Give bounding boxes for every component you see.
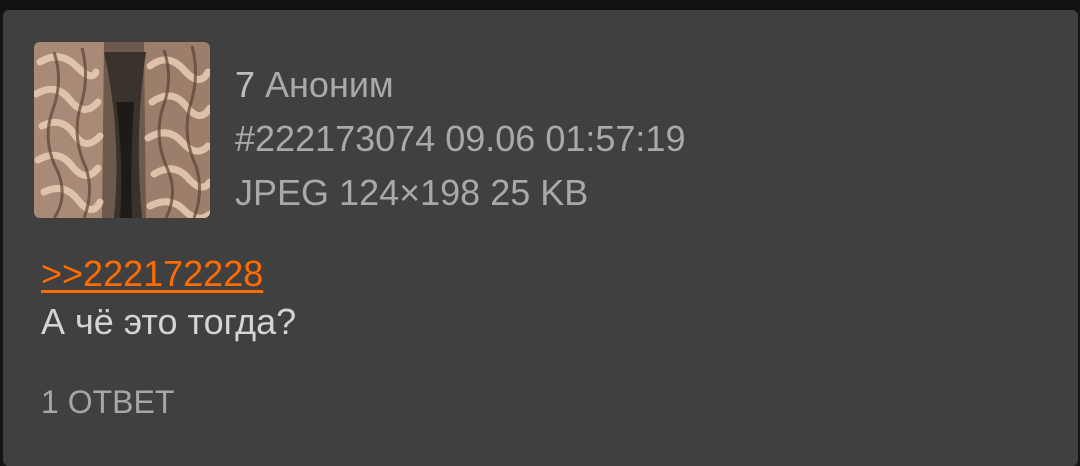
reply-quote-link[interactable]: >>222172228: [41, 252, 263, 296]
post-id-line: #222173074 09.06 01:57:19: [235, 112, 685, 166]
post-time: 01:57:19: [545, 118, 686, 159]
post-author: Аноним: [265, 64, 394, 105]
top-strip: [0, 0, 1080, 10]
file-info-line: JPEG 124×198 25 KB: [235, 166, 685, 220]
post-date: 09.06: [445, 118, 536, 159]
file-type: JPEG: [235, 172, 330, 213]
post-number: 7: [235, 64, 256, 105]
post-thumbnail[interactable]: [34, 42, 210, 218]
thumbnail-image: [34, 42, 210, 218]
post-comment: А чё это тогда?: [41, 301, 297, 342]
post-card: 7 Аноним #222173074 09.06 01:57:19 JPEG 1…: [3, 10, 1078, 466]
post-header-line: 7 Аноним: [235, 58, 685, 112]
post-meta: 7 Аноним #222173074 09.06 01:57:19 JPEG 1…: [235, 58, 685, 220]
post-id[interactable]: #222173074: [235, 118, 435, 159]
replies-count-button[interactable]: 1 ОТВЕТ: [41, 382, 174, 422]
file-size: 25 KB: [490, 172, 589, 213]
file-dimensions: 124×198: [339, 172, 481, 213]
